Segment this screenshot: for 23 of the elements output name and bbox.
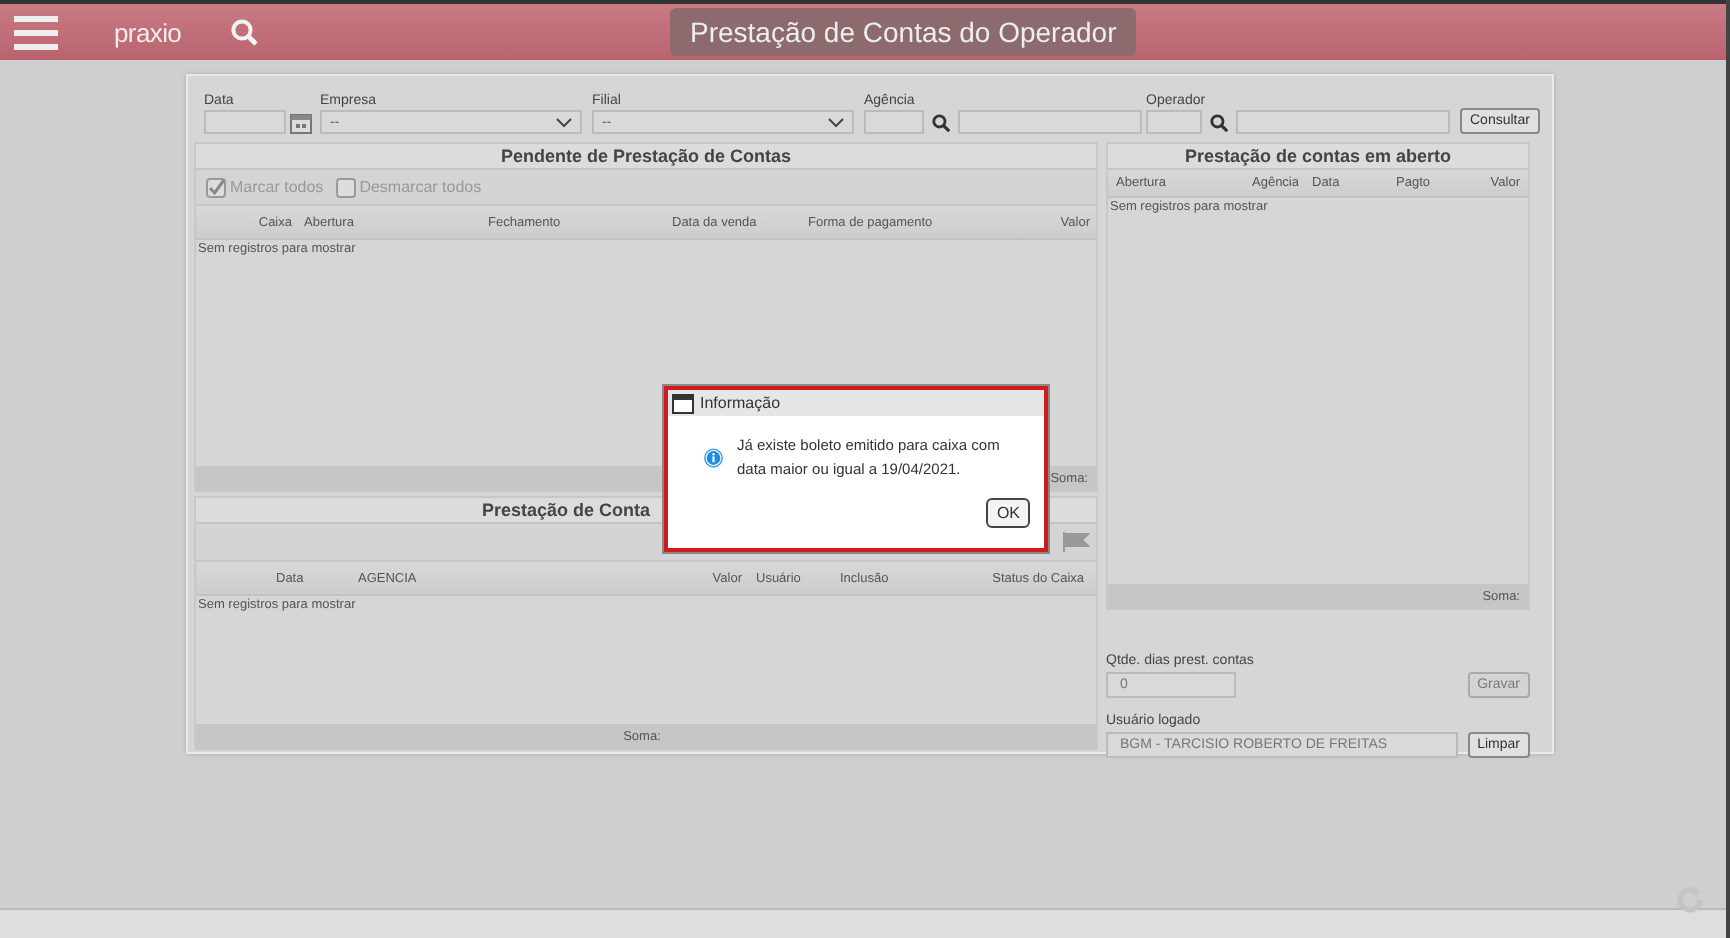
search-icon[interactable] bbox=[1210, 113, 1228, 131]
caret-icon bbox=[556, 117, 572, 127]
page-title: Prestação de Contas do Operador bbox=[670, 8, 1137, 56]
checkbox[interactable] bbox=[206, 177, 226, 197]
code-field[interactable] bbox=[864, 110, 924, 134]
refresh-icon bbox=[1674, 884, 1706, 916]
dialog-title: Informação bbox=[700, 394, 781, 412]
flag-icon[interactable] bbox=[1062, 532, 1090, 552]
search-icon[interactable] bbox=[932, 113, 950, 131]
table-title: Prestação de Conta bbox=[482, 500, 651, 520]
name-field[interactable] bbox=[1236, 110, 1450, 134]
date-field[interactable] bbox=[204, 110, 286, 134]
menu-icon[interactable] bbox=[14, 14, 58, 50]
logo: praxio bbox=[114, 17, 184, 47]
table-title: Prestação de contas em aberto bbox=[1108, 144, 1528, 170]
code-field[interactable] bbox=[1146, 110, 1202, 134]
calendar-icon[interactable] bbox=[290, 111, 312, 133]
window-icon bbox=[672, 393, 694, 413]
table-title: Pendente de Prestação de Contas bbox=[196, 144, 1096, 170]
name-field[interactable] bbox=[958, 110, 1142, 134]
checkbox[interactable] bbox=[335, 177, 356, 197]
caret-icon bbox=[828, 117, 844, 127]
ok-button[interactable]: OK bbox=[986, 498, 1030, 528]
